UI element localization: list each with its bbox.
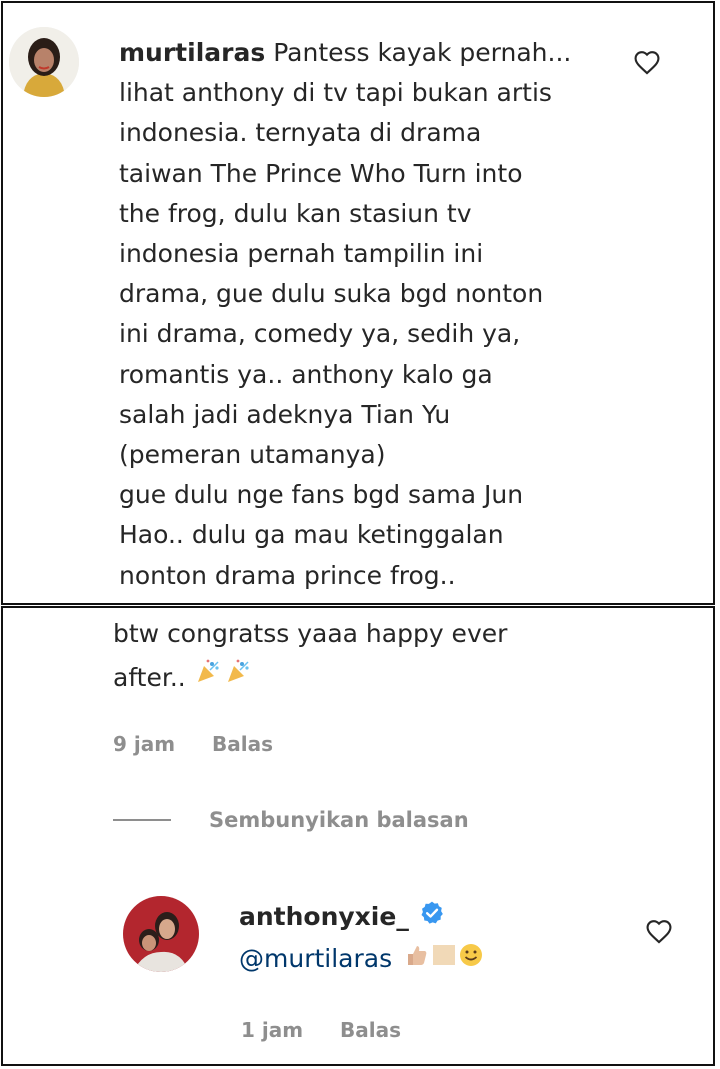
comment-continuation: btw congratss yaaa happy ever after..	[113, 612, 633, 700]
reply-comment: anthonyxie_ @murtilaras	[239, 900, 484, 974]
hide-replies-button[interactable]: Sembunyikan balasan	[113, 808, 469, 832]
continuation-line: btw congratss yaaa happy ever	[113, 619, 508, 648]
reply-username-row: anthonyxie_	[239, 900, 484, 932]
reply-username[interactable]: anthonyxie_	[239, 902, 409, 931]
mention-link[interactable]: @murtilaras	[239, 944, 392, 973]
comment-timestamp: 9 jam	[113, 732, 176, 756]
hide-replies-label: Sembunyikan balasan	[209, 808, 469, 832]
reply-avatar[interactable]	[123, 896, 199, 972]
smile-icon	[458, 942, 484, 974]
reply-button[interactable]: Balas	[212, 732, 273, 756]
comment-line: Hao.. dulu ga mau ketinggalan	[119, 520, 504, 550]
reply-body: @murtilaras	[239, 942, 484, 974]
continuation-text: after..	[113, 663, 186, 692]
commenter-username[interactable]: murtilaras	[119, 38, 265, 67]
comment-line: the frog, dulu kan stasiun tv	[119, 198, 472, 228]
comment-line: lihat anthony di tv tapi bukan artis	[119, 78, 552, 108]
comment-meta: 9 jam Balas	[113, 732, 303, 756]
reply-reply-button[interactable]: Balas	[340, 1018, 401, 1042]
comment-line: indonesia. ternyata di drama	[119, 118, 482, 148]
comment-first-line: Pantess kayak pernah...	[273, 38, 572, 67]
commenter-avatar[interactable]	[9, 27, 79, 97]
reply-timestamp: 1 jam	[241, 1018, 304, 1042]
comment-line: nonton drama prince frog..	[119, 560, 456, 590]
thumbs-up-icon	[404, 942, 430, 974]
comment-line: drama, gue dulu suka bgd nonton	[119, 279, 544, 309]
reply-meta: 1 jam Balas	[241, 1018, 431, 1042]
like-heart-icon[interactable]	[633, 49, 661, 75]
comment-line: romantis ya.. anthony kalo ga	[119, 359, 493, 389]
party-popper-icon	[224, 656, 252, 700]
reply-like-heart-icon[interactable]	[645, 918, 673, 944]
comment-line: ini drama, comedy ya, sedih ya,	[119, 319, 521, 349]
party-popper-icon	[194, 656, 222, 700]
comment-line: salah jadi adeknya Tian Yu	[119, 399, 451, 429]
comment-line: murtilaras Pantess kayak pernah...	[119, 33, 599, 73]
continuation-line-2: after..	[113, 656, 633, 700]
comment-line: gue dulu nge fans bgd sama Jun	[119, 480, 524, 510]
comment-line: (pemeran utamanya)	[119, 440, 386, 470]
verified-badge-icon	[419, 900, 445, 932]
comment-panel: murtilaras Pantess kayak pernah... lihat …	[1, 1, 715, 605]
divider-line	[113, 819, 171, 821]
comment-line: taiwan The Prince Who Turn into	[119, 158, 523, 188]
comment-continuation-panel: btw congratss yaaa happy ever after.. 9 …	[1, 606, 715, 1066]
skin-tone-icon	[432, 943, 456, 973]
comment-body: murtilaras Pantess kayak pernah... lihat …	[119, 33, 599, 596]
comment-line: indonesia pernah tampilin ini	[119, 239, 484, 269]
